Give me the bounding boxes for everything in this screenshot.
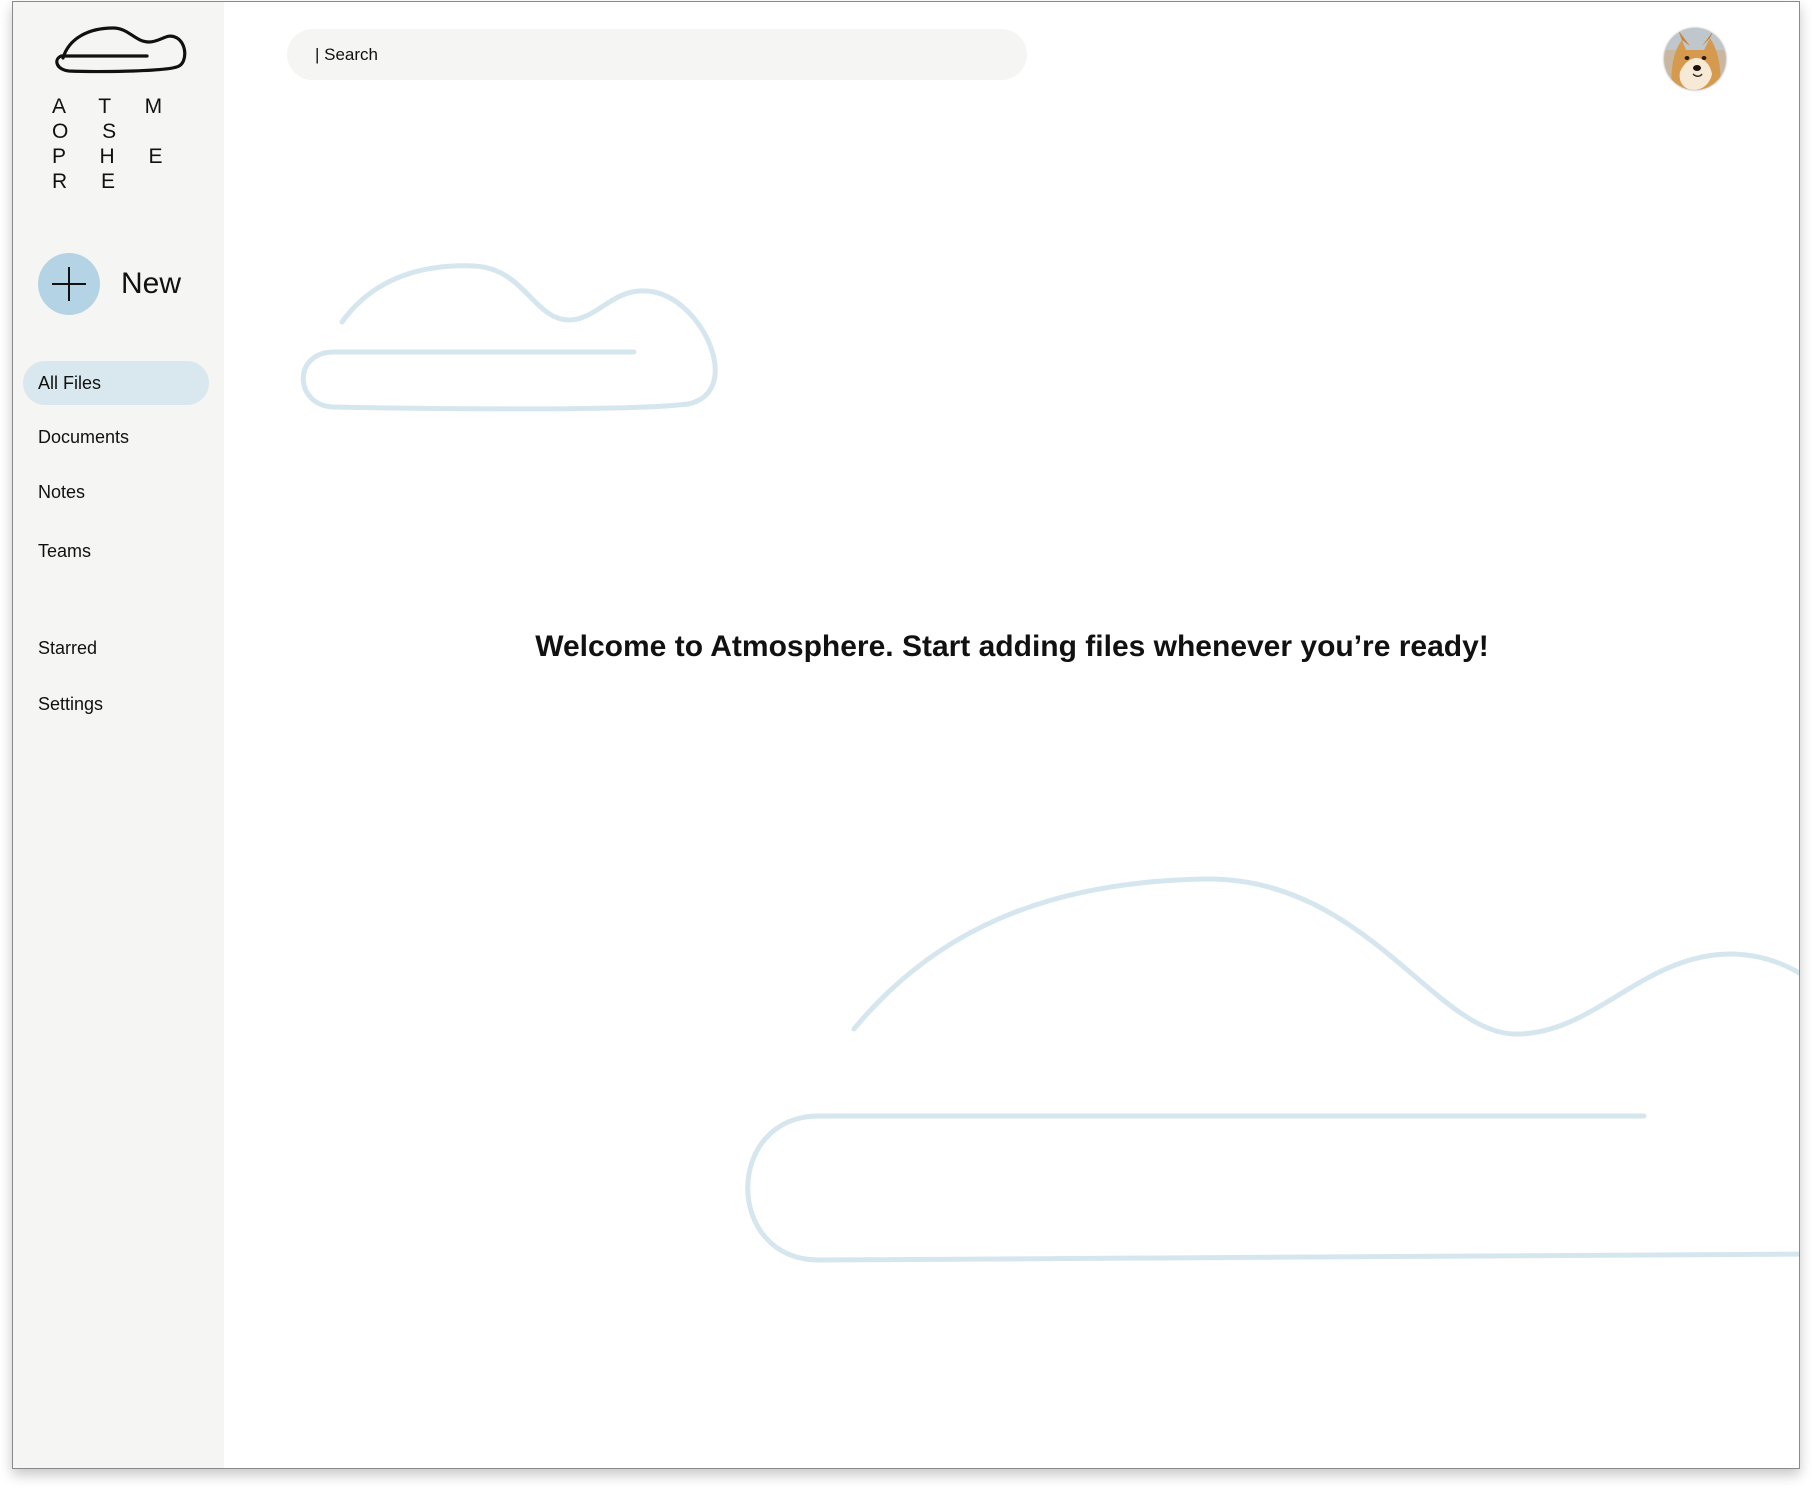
- app-name-line1: A T M O S: [52, 95, 177, 143]
- sidebar-item-label: Notes: [38, 481, 86, 502]
- search-input[interactable]: [313, 43, 1027, 66]
- main-content: Welcome to Atmosphere. Start adding file…: [224, 2, 1799, 1468]
- sidebar-item-label: Starred: [38, 637, 98, 658]
- cloud-outline-icon: [300, 263, 718, 412]
- sidebar-item-settings[interactable]: Settings: [23, 682, 209, 726]
- sidebar-item-teams[interactable]: Teams: [23, 529, 209, 573]
- new-button-label: New: [121, 267, 182, 300]
- sidebar-item-notes[interactable]: Notes: [23, 470, 209, 514]
- sidebar-item-starred[interactable]: Starred: [23, 626, 209, 670]
- welcome-message: Welcome to Atmosphere. Start adding file…: [535, 630, 1489, 663]
- sidebar-item-label: Settings: [38, 693, 104, 714]
- sidebar-item-label: All Files: [38, 372, 102, 393]
- app-window: A T M O S P H E R E New All Files Docume…: [12, 1, 1800, 1469]
- cloud-logo-icon: [55, 26, 187, 74]
- search-bar[interactable]: [287, 29, 1027, 80]
- cloud-outline-icon: [745, 876, 1799, 1263]
- sidebar-item-all-files[interactable]: All Files: [23, 361, 209, 405]
- plus-icon: [38, 253, 100, 315]
- sidebar-item-label: Documents: [38, 426, 130, 447]
- user-avatar[interactable]: [1664, 28, 1726, 90]
- app-logo[interactable]: A T M O S P H E R E: [49, 20, 189, 193]
- app-name-line2: P H E R E: [52, 145, 177, 193]
- sidebar-item-label: Teams: [38, 540, 92, 561]
- user-avatar-shiba-dog: [1664, 28, 1726, 90]
- sidebar: A T M O S P H E R E New All Files Docume…: [13, 2, 224, 1468]
- cloud-decorations: [300, 263, 1799, 1263]
- new-button[interactable]: New: [38, 252, 181, 316]
- sidebar-item-documents[interactable]: Documents: [23, 415, 209, 459]
- app-name: A T M O S P H E R E: [49, 94, 192, 194]
